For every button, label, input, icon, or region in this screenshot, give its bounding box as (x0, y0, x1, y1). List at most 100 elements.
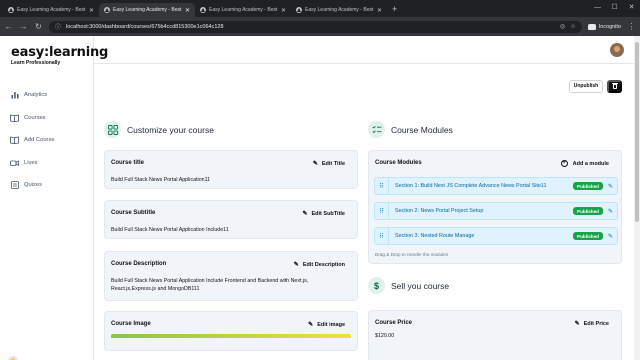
course-modules-card: Course Modules + Add a module ⠿ Section … (368, 150, 622, 264)
window-controls: — ☐ ✕ (589, 0, 640, 17)
modules-section-header: Course Modules (368, 121, 453, 138)
tab-title: Easy Learning Academy - Best (113, 7, 182, 13)
reorder-hint: Drag & Drop to reorder the modules (375, 252, 449, 257)
drag-handle-icon[interactable]: ⠿ (375, 203, 389, 219)
course-price-value: $120.00 (375, 333, 395, 339)
sidebar-item-add-course[interactable]: Add Course (10, 129, 55, 152)
pencil-icon: ✎ (312, 161, 318, 167)
site-info-icon[interactable]: ⓘ (55, 22, 61, 31)
browser-toolbar: ← → ↻ ⓘ localhost:3000/dashboard/courses… (0, 17, 640, 36)
sidebar-nav: Analytics Courses Add Course Lives Quize… (10, 84, 55, 197)
browser-tab-2[interactable]: Easy Learning Academy - Best ✕ (99, 3, 195, 17)
edit-price-label: Edit Price (583, 320, 609, 327)
edit-image-label: Edit image (317, 321, 345, 328)
help-icon[interactable]: ⚡ (8, 356, 18, 360)
close-tab-icon[interactable]: ✕ (281, 7, 286, 14)
video-icon (10, 159, 19, 167)
delete-course-button[interactable] (607, 80, 622, 93)
bar-chart-icon (10, 91, 19, 99)
sell-heading: Sell you course (391, 280, 450, 291)
browser-tab-bar: Easy Learning Academy - Best ✕ Easy Lear… (0, 0, 640, 17)
course-modules-label: Course Modules (375, 160, 422, 166)
course-title-card: Course title ✎ Edit Title Build Full Sta… (104, 150, 358, 189)
sidebar: easy:learning Learn Professionally Analy… (0, 36, 108, 360)
site-favicon-icon (8, 7, 14, 13)
reload-icon[interactable]: ↻ (34, 22, 43, 31)
incognito-indicator[interactable]: Incognito (587, 23, 621, 30)
sidebar-item-label: Analytics (24, 92, 48, 99)
module-title: Section 2: News Portal Project Setup (395, 208, 484, 214)
course-title-label: Course title (111, 160, 145, 166)
sidebar-item-lives[interactable]: Lives (10, 152, 55, 175)
module-item[interactable]: ⠿ Section 1: Build Next JS Complete Adva… (374, 177, 618, 195)
pencil-icon: ✎ (308, 322, 314, 328)
course-price-label: Course Price (375, 320, 413, 326)
list-checks-icon (368, 121, 385, 138)
sidebar-item-quizes[interactable]: Quizes (10, 174, 55, 197)
bookmark-star-icon[interactable]: ☆ (570, 23, 575, 30)
sidebar-item-label: Courses (24, 114, 46, 121)
layout-dashboard-icon (104, 121, 121, 138)
close-window-icon[interactable]: ✕ (623, 0, 640, 17)
status-badge: Published (573, 232, 603, 240)
pencil-icon: ✎ (574, 321, 580, 327)
course-image-card: Course Image ✎ Edit image (104, 311, 358, 351)
close-tab-icon[interactable]: ✕ (185, 7, 190, 14)
site-favicon-icon (104, 7, 110, 13)
module-item[interactable]: ⠿ Section 3: Nested Route Manage Publish… (374, 227, 618, 245)
edit-title-label: Edit Title (321, 160, 345, 167)
eye-off-icon[interactable]: ◎ (560, 23, 565, 30)
add-module-button[interactable]: + Add a module (560, 160, 609, 167)
browser-tab-1[interactable]: Easy Learning Academy - Best ✕ (3, 3, 99, 17)
new-tab-plus-icon[interactable]: + (392, 3, 397, 17)
modules-heading: Course Modules (391, 124, 453, 135)
sell-section-header: $ Sell you course (368, 277, 449, 294)
close-tab-icon[interactable]: ✕ (377, 7, 382, 14)
close-tab-icon[interactable]: ✕ (89, 7, 94, 14)
unpublish-button[interactable]: Unpublish (569, 80, 603, 93)
browser-tab-3[interactable]: Easy Learning Academy - Best ✕ (195, 3, 291, 17)
edit-image-button[interactable]: ✎ Edit image (308, 321, 345, 329)
drag-handle-icon[interactable]: ⠿ (375, 228, 389, 244)
edit-subtitle-label: Edit SubTitle (311, 210, 345, 217)
sidebar-item-analytics[interactable]: Analytics (10, 84, 55, 107)
module-title: Section 1: Build Next JS Complete Advanc… (395, 183, 547, 189)
course-description-card: Course Description ✎ Edit Description Bu… (104, 251, 358, 301)
browser-menu-icon[interactable]: ⋮ (627, 22, 636, 31)
incognito-icon (587, 23, 596, 30)
browser-tab-4[interactable]: Easy Learning Academy - Best ✕ (291, 3, 387, 17)
sidebar-item-courses[interactable]: Courses (10, 107, 55, 130)
top-bar (94, 36, 634, 64)
course-description-value: Build Full Stack News Portal Application… (111, 278, 309, 292)
edit-title-button[interactable]: ✎ Edit Title (312, 160, 345, 168)
app-tagline: Learn Professionally (11, 60, 61, 66)
back-arrow-icon[interactable]: ← (4, 22, 13, 31)
edit-subtitle-button[interactable]: ✎ Edit SubTitle (302, 210, 345, 218)
pencil-icon[interactable]: ✎ (608, 208, 613, 215)
sidebar-item-label: Add Course (24, 137, 55, 144)
edit-description-button[interactable]: ✎ Edit Description (294, 261, 345, 269)
scrollbar-thumb[interactable] (635, 42, 639, 222)
user-avatar[interactable] (610, 43, 624, 57)
pencil-icon[interactable]: ✎ (608, 183, 613, 190)
tab-title: Easy Learning Academy - Best (209, 7, 278, 13)
add-module-label: Add a module (572, 160, 609, 167)
module-title: Section 3: Nested Route Manage (395, 233, 475, 239)
edit-description-label: Edit Description (302, 261, 345, 268)
tab-title: Easy Learning Academy - Best (17, 7, 86, 13)
drag-handle-icon[interactable]: ⠿ (375, 178, 389, 194)
pencil-icon: ✎ (302, 211, 308, 217)
course-image-label: Course Image (111, 321, 151, 327)
address-bar[interactable]: ⓘ localhost:3000/dashboard/courses/675b4… (49, 20, 582, 33)
url-text[interactable]: localhost:3000/dashboard/courses/675b4cc… (66, 24, 555, 30)
module-item[interactable]: ⠿ Section 2: News Portal Project Setup P… (374, 202, 618, 220)
forward-arrow-icon[interactable]: → (19, 22, 28, 31)
edit-price-button[interactable]: ✎ Edit Price (574, 320, 609, 328)
customize-section-header: Customize your course (104, 121, 214, 138)
page-scrollbar[interactable] (634, 36, 640, 360)
minimize-icon[interactable]: — (589, 0, 606, 17)
maximize-icon[interactable]: ☐ (606, 0, 623, 17)
incognito-label: Incognito (598, 23, 621, 30)
pencil-icon[interactable]: ✎ (608, 233, 613, 240)
plus-circle-icon: + (560, 160, 568, 167)
